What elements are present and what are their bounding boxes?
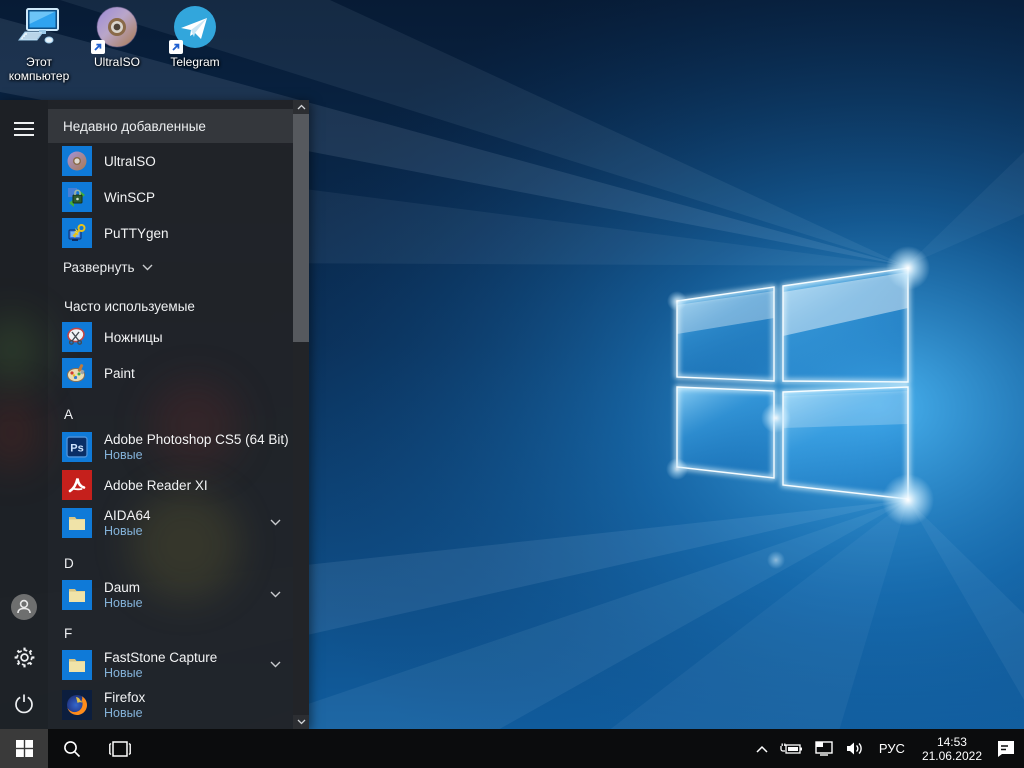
new-badge: Новые [104,666,143,680]
language-indicator[interactable]: РУС [870,729,914,768]
ultraiso-icon [62,146,92,176]
user-icon [11,594,37,620]
user-account-button[interactable] [0,583,48,631]
power-button[interactable] [0,680,48,728]
new-badge: Новые [104,524,143,538]
start-menu-app-list: Недавно добавленные UltraISO WinSCP PuTT… [48,100,293,729]
start-menu: Недавно добавленные UltraISO WinSCP PuTT… [0,100,309,729]
date: 21.06.2022 [921,748,982,763]
svg-text:Ps: Ps [70,443,83,455]
network-tray-button[interactable] [808,729,840,768]
start-app-photoshop[interactable]: Ps Adobe Photoshop CS5 (64 Bit) Новые [48,427,293,467]
action-center-button[interactable] [990,729,1022,768]
scroll-up-arrow[interactable] [293,100,309,114]
puttygen-icon [62,218,92,248]
desktop-icon-this-pc[interactable]: Этот компьютер [0,0,78,83]
new-badge: Новые [104,706,143,720]
show-hidden-icons-button[interactable] [750,729,774,768]
clock[interactable]: 14:53 21.06.2022 [914,729,990,768]
this-pc-icon [15,4,63,52]
winscp-icon [62,182,92,212]
folder-icon [62,650,92,680]
system-tray: РУС 14:53 21.06.2022 [750,729,1024,768]
telegram-icon [169,4,219,54]
battery-tray-button[interactable] [774,729,808,768]
section-letter-F[interactable]: F [48,621,293,645]
taskbar-search-button[interactable] [48,729,96,768]
settings-button[interactable] [0,633,48,681]
start-app-paint[interactable]: Paint [48,355,293,391]
ultraiso-icon [91,4,141,54]
expand-button[interactable]: Развернуть [48,251,293,283]
chevron-up-icon [756,745,768,753]
new-badge: Новые [104,596,143,610]
start-menu-scrollbar[interactable] [293,100,309,729]
desktop-icon-label: Telegram [170,55,220,69]
action-center-icon [998,740,1014,757]
desktop-icon-label: Этот компьютер [8,55,70,83]
desktop-icon-label: UltraISO [93,55,140,69]
search-icon [64,740,81,757]
start-app-adobe-reader[interactable]: Adobe Reader XI [48,467,293,503]
volume-tray-button[interactable] [840,729,870,768]
firefox-icon [62,690,92,720]
section-letter-D[interactable]: D [48,551,293,575]
snipping-tool-icon [62,322,92,352]
time: 14:53 [936,734,967,749]
start-app-aida64[interactable]: AIDA64 Новые [48,503,293,543]
start-app-puttygen[interactable]: PuTTYgen [48,215,293,251]
folder-icon [62,580,92,610]
start-app-snipping-tool[interactable]: Ножницы [48,319,293,355]
new-badge: Новые [104,448,143,462]
frequent-header: Часто используемые [64,298,195,314]
hamburger-icon [14,122,34,136]
settings-gear-icon [14,647,34,667]
task-view-button[interactable] [96,729,144,768]
network-ethernet-icon [815,741,833,756]
start-app-ultraiso[interactable]: UltraISO [48,143,293,179]
start-app-daum[interactable]: Daum Новые [48,575,293,615]
hamburger-menu-button[interactable] [0,105,48,153]
chevron-down-icon[interactable] [270,519,281,526]
start-app-firefox[interactable]: Firefox Новые [48,685,293,725]
start-app-faststone[interactable]: FastStone Capture Новые [48,645,293,685]
adobe-reader-icon [62,470,92,500]
taskbar-empty-area [144,729,750,768]
start-button[interactable] [0,729,48,768]
chevron-down-icon[interactable] [270,661,281,668]
paint-icon [62,358,92,388]
desktop-icon-ultraiso[interactable]: UltraISO [78,0,156,83]
scroll-down-arrow[interactable] [293,715,309,729]
battery-plugged-icon [780,743,802,754]
folder-icon [62,508,92,538]
recently-added-header[interactable]: Недавно добавленные [48,109,293,143]
section-letter-A[interactable]: A [48,401,293,427]
power-icon [15,694,33,714]
volume-icon [846,742,862,755]
start-menu-rail [0,100,48,729]
photoshop-icon: Ps [62,432,92,462]
chevron-down-icon[interactable] [270,591,281,598]
windows-logo-icon [15,740,33,757]
start-app-winscp[interactable]: WinSCP [48,179,293,215]
desktop-icon-grid: Этот компьютер UltraISO Telegram [0,0,234,83]
shortcut-arrow-icon [169,40,183,54]
chevron-down-icon [142,264,153,270]
desktop-icon-telegram[interactable]: Telegram [156,0,234,83]
taskbar: РУС 14:53 21.06.2022 [0,729,1024,768]
shortcut-arrow-icon [91,40,105,54]
scrollbar-thumb[interactable] [293,114,309,342]
task-view-icon [109,740,131,757]
